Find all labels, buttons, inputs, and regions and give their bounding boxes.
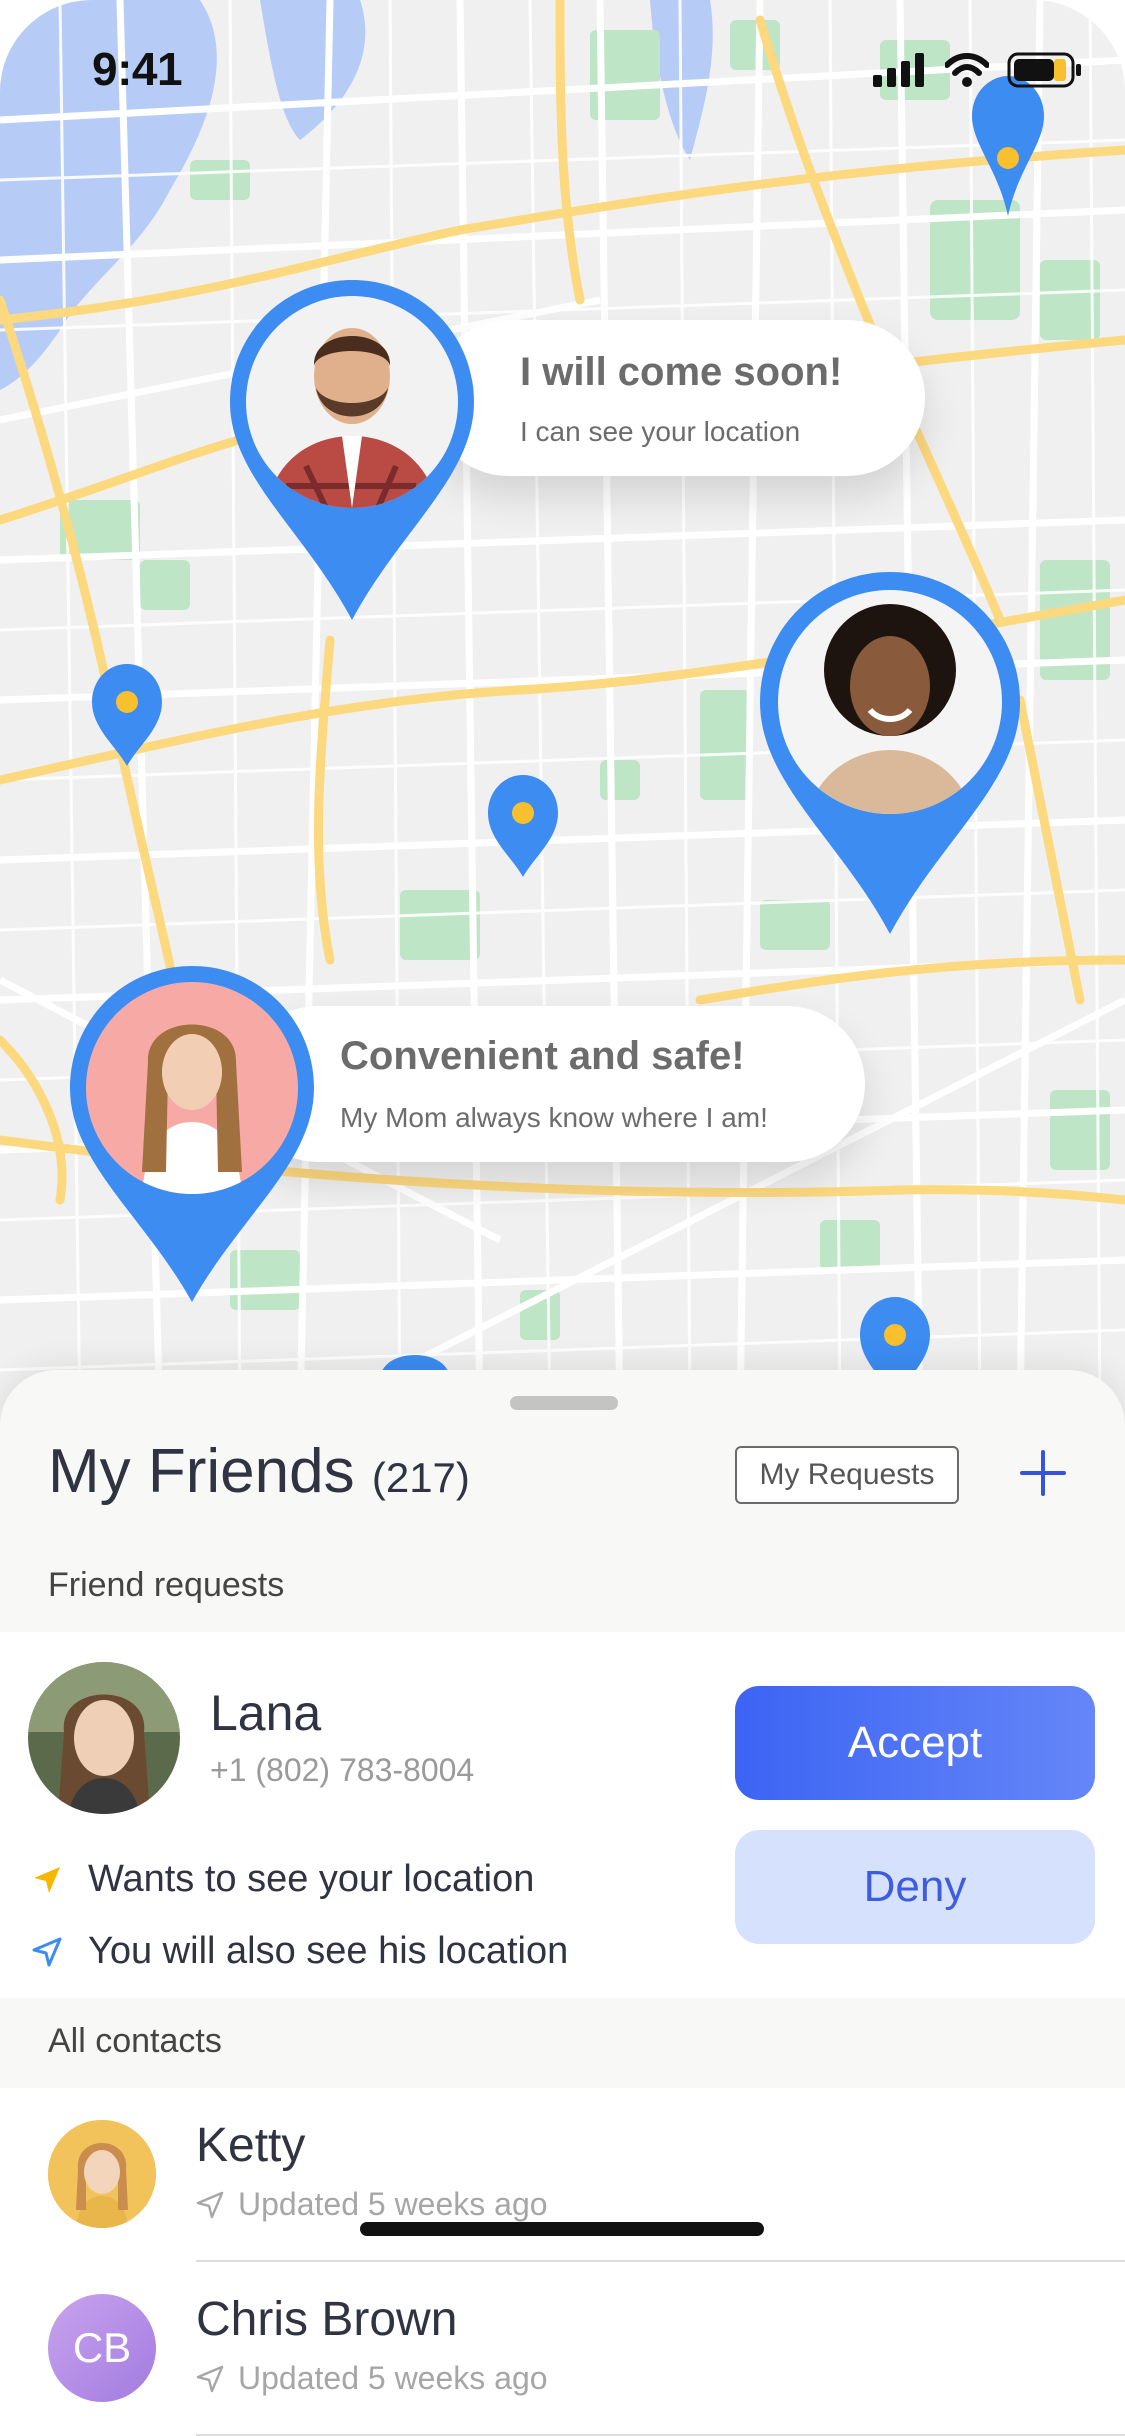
location-arrow-filled-icon (34, 1866, 60, 1893)
page-title-text: My Friends (48, 1437, 355, 1506)
status-icons (873, 52, 1083, 88)
accept-button[interactable]: Accept (735, 1686, 1095, 1800)
deny-button[interactable]: Deny (735, 1830, 1095, 1944)
contacts-list: Ketty Updated 5 weeks ago CB Chris Brown (0, 2088, 1125, 2436)
friend-avatar-man (246, 296, 458, 508)
bubble-subtitle: My Mom always know where I am! (340, 1102, 768, 1133)
friend-request-card: Lana +1 (802) 783-8004 Wants to see your… (0, 1632, 1125, 1998)
contact-updated: Updated 5 weeks ago (196, 2186, 548, 2223)
all-contacts-label: All contacts (48, 2022, 222, 2060)
friend-avatar-girl (86, 982, 298, 1194)
request-detail-text: You will also see his location (88, 1930, 569, 1972)
bubble-title: Convenient and safe! (340, 1034, 745, 1078)
cellular-signal-icon (873, 53, 924, 87)
requester-name: Lana (210, 1685, 322, 1741)
list-item[interactable]: CB Chris Brown Updated 5 weeks ago (0, 2262, 1125, 2436)
map-view[interactable]: I will come soon! I can see your locatio… (0, 0, 1125, 1420)
plus-icon (1020, 1450, 1066, 1496)
battery-icon (1007, 52, 1081, 88)
contact-updated-text: Updated 5 weeks ago (238, 2186, 548, 2222)
add-friend-button[interactable] (1010, 1440, 1076, 1506)
message-bubble[interactable]: I will come soon! I can see your locatio… (430, 320, 925, 476)
contact-name: Ketty (196, 2119, 306, 2172)
status-time: 9:41 (92, 43, 183, 95)
message-bubble[interactable]: Convenient and safe! My Mom always know … (240, 1006, 865, 1162)
avatar-initials: CB (72, 2324, 132, 2371)
phone-screen: I will come soon! I can see your locatio… (0, 0, 1125, 2436)
contact-updated: Updated 5 weeks ago (196, 2360, 548, 2397)
friend-requests-label: Friend requests (48, 1566, 285, 1604)
contact-name: Chris Brown (196, 2293, 458, 2346)
request-detail-text: Wants to see your location (88, 1858, 535, 1900)
friends-count: (217) (371, 1454, 470, 1501)
home-indicator[interactable] (360, 2222, 764, 2236)
avatar (48, 2120, 156, 2228)
friend-location-pin[interactable] (230, 280, 474, 620)
wifi-icon (945, 53, 989, 87)
friend-avatar-woman (778, 590, 1002, 814)
request-detail-line: You will also see his location (32, 1930, 568, 1973)
location-arrow-outline-icon (196, 2191, 224, 2218)
status-bar: 9:41 (0, 0, 1125, 140)
sheet-grabber[interactable] (510, 1396, 618, 1410)
location-arrow-outline-icon (196, 2365, 224, 2392)
page-title: My Friends (217) (48, 1436, 470, 1507)
location-arrow-outline-icon (32, 1937, 62, 1966)
friend-location-pin[interactable] (760, 572, 1020, 934)
request-detail-line: Wants to see your location (32, 1858, 534, 1901)
contact-updated-text: Updated 5 weeks ago (238, 2360, 548, 2396)
bubble-subtitle: I can see your location (520, 416, 801, 447)
avatar[interactable] (28, 1662, 180, 1814)
friend-location-pin[interactable] (70, 966, 314, 1302)
requester-phone: +1 (802) 783-8004 (210, 1752, 475, 1788)
bubble-title: I will come soon! (520, 350, 843, 394)
friends-sheet: My Friends (217) My Requests Friend requ… (0, 1370, 1125, 2436)
avatar: CB (48, 2294, 156, 2402)
my-requests-button[interactable]: My Requests (735, 1446, 959, 1504)
